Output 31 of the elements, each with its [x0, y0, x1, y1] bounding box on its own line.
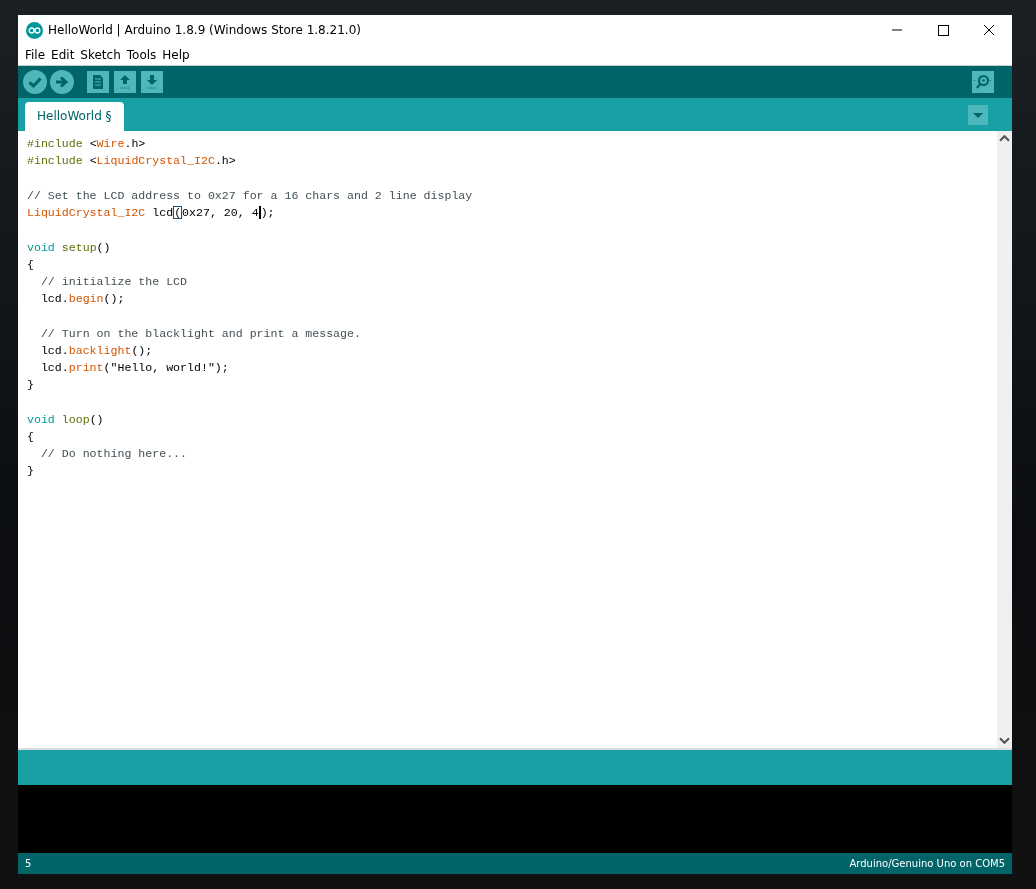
menu-item[interactable]: File	[22, 48, 49, 62]
document-icon[interactable]	[86, 70, 110, 94]
code-line: void setup()	[27, 240, 111, 256]
code-line: {	[27, 257, 34, 273]
code-line: // initialize the LCD	[39, 274, 188, 290]
line-number: 5	[25, 858, 32, 869]
menu-item[interactable]: Sketch	[77, 48, 124, 62]
board-port-label: Arduino/Genuino Uno on COM5	[849, 858, 1005, 869]
code-line: lcd.print("Hello, world!");	[39, 360, 229, 376]
checkmark-icon[interactable]	[23, 70, 47, 94]
code-line: }	[27, 377, 34, 393]
infinity-logo-icon	[26, 21, 43, 39]
menu-item[interactable]: Edit	[48, 48, 78, 62]
code-line: // Do nothing here...	[39, 446, 188, 462]
code-line: // Turn on the blacklight and print a message.	[39, 326, 361, 342]
code-line: void loop()	[27, 412, 104, 428]
code-line: lcd.backlight();	[39, 343, 153, 359]
code-line: LiquidCrystal_I2C lcd(0x27, 20, 4 );	[27, 205, 275, 221]
code-line: }	[27, 463, 34, 479]
code-line: {	[27, 429, 34, 445]
code-line: #include <Wire.h>	[27, 136, 146, 152]
file-tab[interactable]: HelloWorld §	[25, 102, 124, 131]
code-line: lcd.begin();	[39, 291, 125, 307]
window-title: HelloWorld | Arduino 1.8.9 (Windows Store 1.8.21.0)	[48, 23, 361, 37]
code-line: // Set the LCD address to 0x27 for a 16 chars and 2 line display	[27, 188, 473, 204]
dropdown-caret-icon[interactable]	[968, 104, 988, 125]
menu-item[interactable]: Tools	[123, 48, 160, 62]
serial-monitor-icon[interactable]	[971, 70, 995, 94]
code-line: #include <LiquidCrystal_I2C.h>	[27, 153, 236, 169]
scrollbar[interactable]	[997, 131, 1012, 748]
menu-item[interactable]: Help	[159, 48, 193, 62]
